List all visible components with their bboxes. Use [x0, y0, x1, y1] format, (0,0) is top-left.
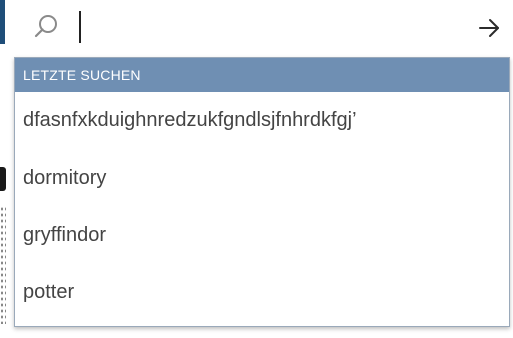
background-accent-bar — [0, 0, 5, 44]
recent-search-item[interactable]: dfasnfxkduighnredzukfgndlsjfnhrdkfgj’ — [15, 92, 509, 150]
background-page-fragment — [0, 167, 6, 191]
arrow-right-icon — [479, 19, 499, 37]
recent-search-item[interactable]: potter — [15, 264, 509, 321]
recent-search-item[interactable]: dormitory — [15, 150, 509, 207]
search-icon — [34, 14, 60, 40]
search-submit-button[interactable] — [473, 12, 505, 44]
search-bar — [6, 0, 513, 56]
recent-searches-dropdown: LETZTE SUCHEN dfasnfxkduighnredzukfgndls… — [14, 57, 510, 327]
recent-searches-header: LETZTE SUCHEN — [15, 58, 509, 92]
recent-searches-list: dfasnfxkduighnredzukfgndlsjfnhrdkfgj’ do… — [15, 92, 509, 321]
recent-search-item[interactable]: gryffindor — [15, 207, 509, 264]
text-caret — [79, 11, 81, 43]
search-popup: LETZTE SUCHEN dfasnfxkduighnredzukfgndls… — [0, 0, 513, 338]
background-page-text-fragment — [0, 206, 6, 324]
search-input[interactable] — [74, 10, 454, 44]
